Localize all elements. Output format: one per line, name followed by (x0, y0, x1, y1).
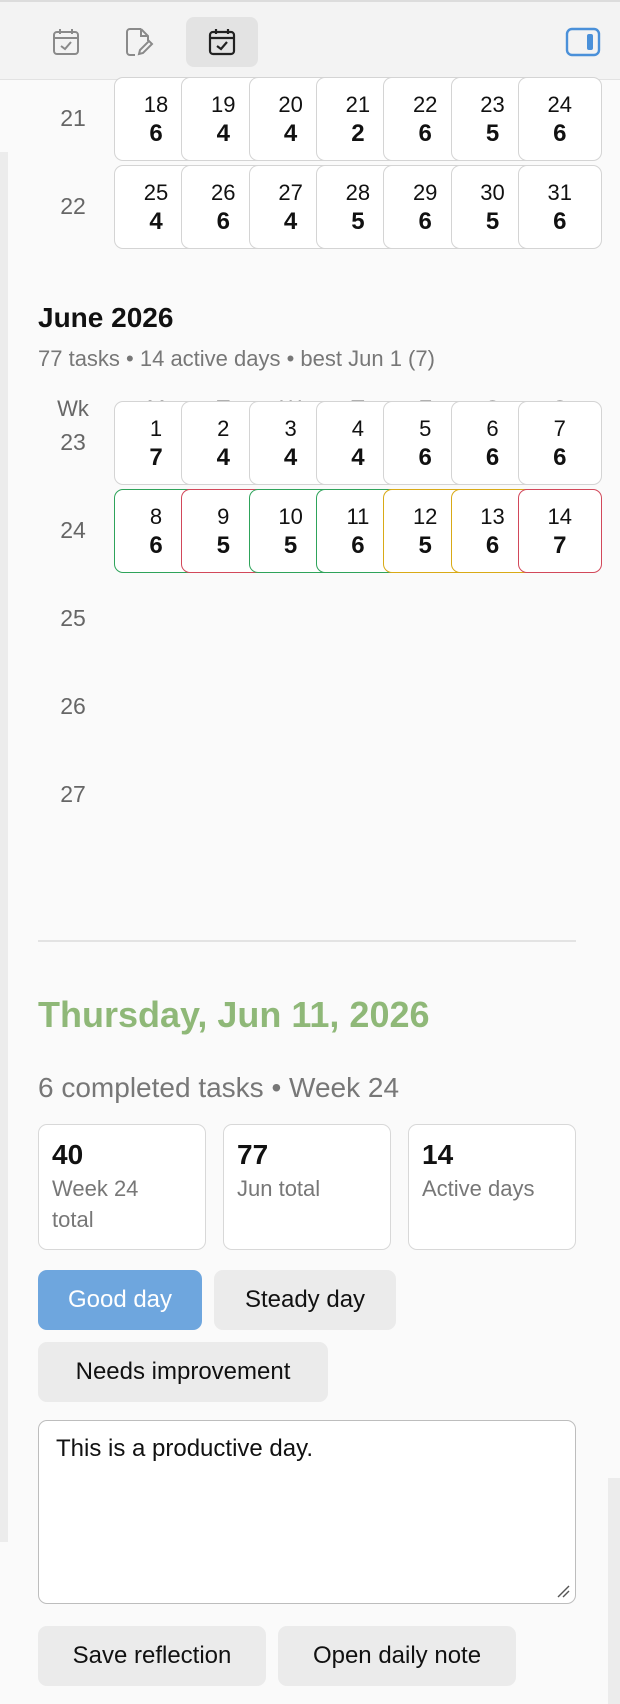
sidebar-toggle-icon (565, 27, 601, 57)
toolbar (0, 0, 620, 80)
day-cell[interactable]: 24 6 (517, 77, 602, 161)
stat-label: Active days (422, 1176, 535, 1201)
week-number: 23 (60, 429, 86, 455)
day-cell[interactable]: 31 6 (517, 165, 602, 249)
edit-note-icon (126, 28, 154, 56)
sidebar-toggle-button[interactable] (564, 26, 602, 58)
edit-note-button[interactable] (102, 17, 174, 67)
stat-label: Week 24 total (52, 1176, 139, 1232)
left-scrollbar[interactable] (0, 152, 8, 1542)
divider (38, 940, 576, 942)
week-number: 24 (60, 517, 86, 543)
week-number: 27 (60, 781, 86, 807)
day-task-count: 6 (553, 444, 567, 471)
calendar-active-icon (208, 29, 236, 56)
week-column-header: Wk (57, 396, 89, 421)
stat-value: 14 (422, 1139, 454, 1170)
selected-date-summary: 6 completed tasks • Week 24 (38, 1072, 400, 1103)
month-title: June 2026 (38, 302, 174, 333)
mood-good-day-button[interactable]: Good day (38, 1270, 202, 1330)
week-number: 26 (60, 693, 86, 719)
save-reflection-button[interactable]: Save reflection (38, 1626, 266, 1686)
reflection-textarea[interactable] (38, 1420, 576, 1604)
mood-needs-improvement-button[interactable]: Needs improvement (38, 1342, 328, 1402)
stat-card-month: 77 Jun total (223, 1124, 391, 1250)
resize-grip-icon[interactable] (556, 1584, 570, 1598)
week-number: 25 (60, 605, 86, 631)
day-number: 7 (553, 416, 566, 441)
day-task-count: 6 (553, 120, 567, 147)
stat-value: 77 (237, 1139, 269, 1170)
day-number: 14 (547, 504, 573, 529)
week-number: 21 (60, 105, 86, 131)
day-cell[interactable]: 76 (517, 401, 602, 485)
right-scrollbar[interactable] (608, 1478, 620, 1704)
stat-label: Jun total (237, 1176, 321, 1201)
day-task-count: 6 (553, 208, 567, 235)
calendar-check-button[interactable] (30, 17, 102, 67)
month-summary: 77 tasks • 14 active days • best Jun 1 (… (38, 346, 435, 371)
stat-value: 40 (52, 1139, 84, 1170)
mood-steady-day-button[interactable]: Steady day (214, 1270, 396, 1330)
selected-date-title: Thursday, Jun 11, 2026 (38, 994, 430, 1035)
stat-card-active-days: 14 Active days (408, 1124, 576, 1250)
day-number: 24 (547, 92, 573, 117)
day-number: 31 (547, 180, 573, 205)
stat-card-week: 40 Week 24 total (38, 1124, 206, 1250)
calendar-view-button[interactable] (186, 17, 258, 67)
open-daily-note-button[interactable]: Open daily note (278, 1626, 516, 1686)
week-number: 22 (60, 193, 86, 219)
calendar-check-icon (53, 29, 79, 55)
day-cell[interactable]: 14 7 (517, 489, 602, 573)
day-task-count: 7 (553, 532, 567, 559)
